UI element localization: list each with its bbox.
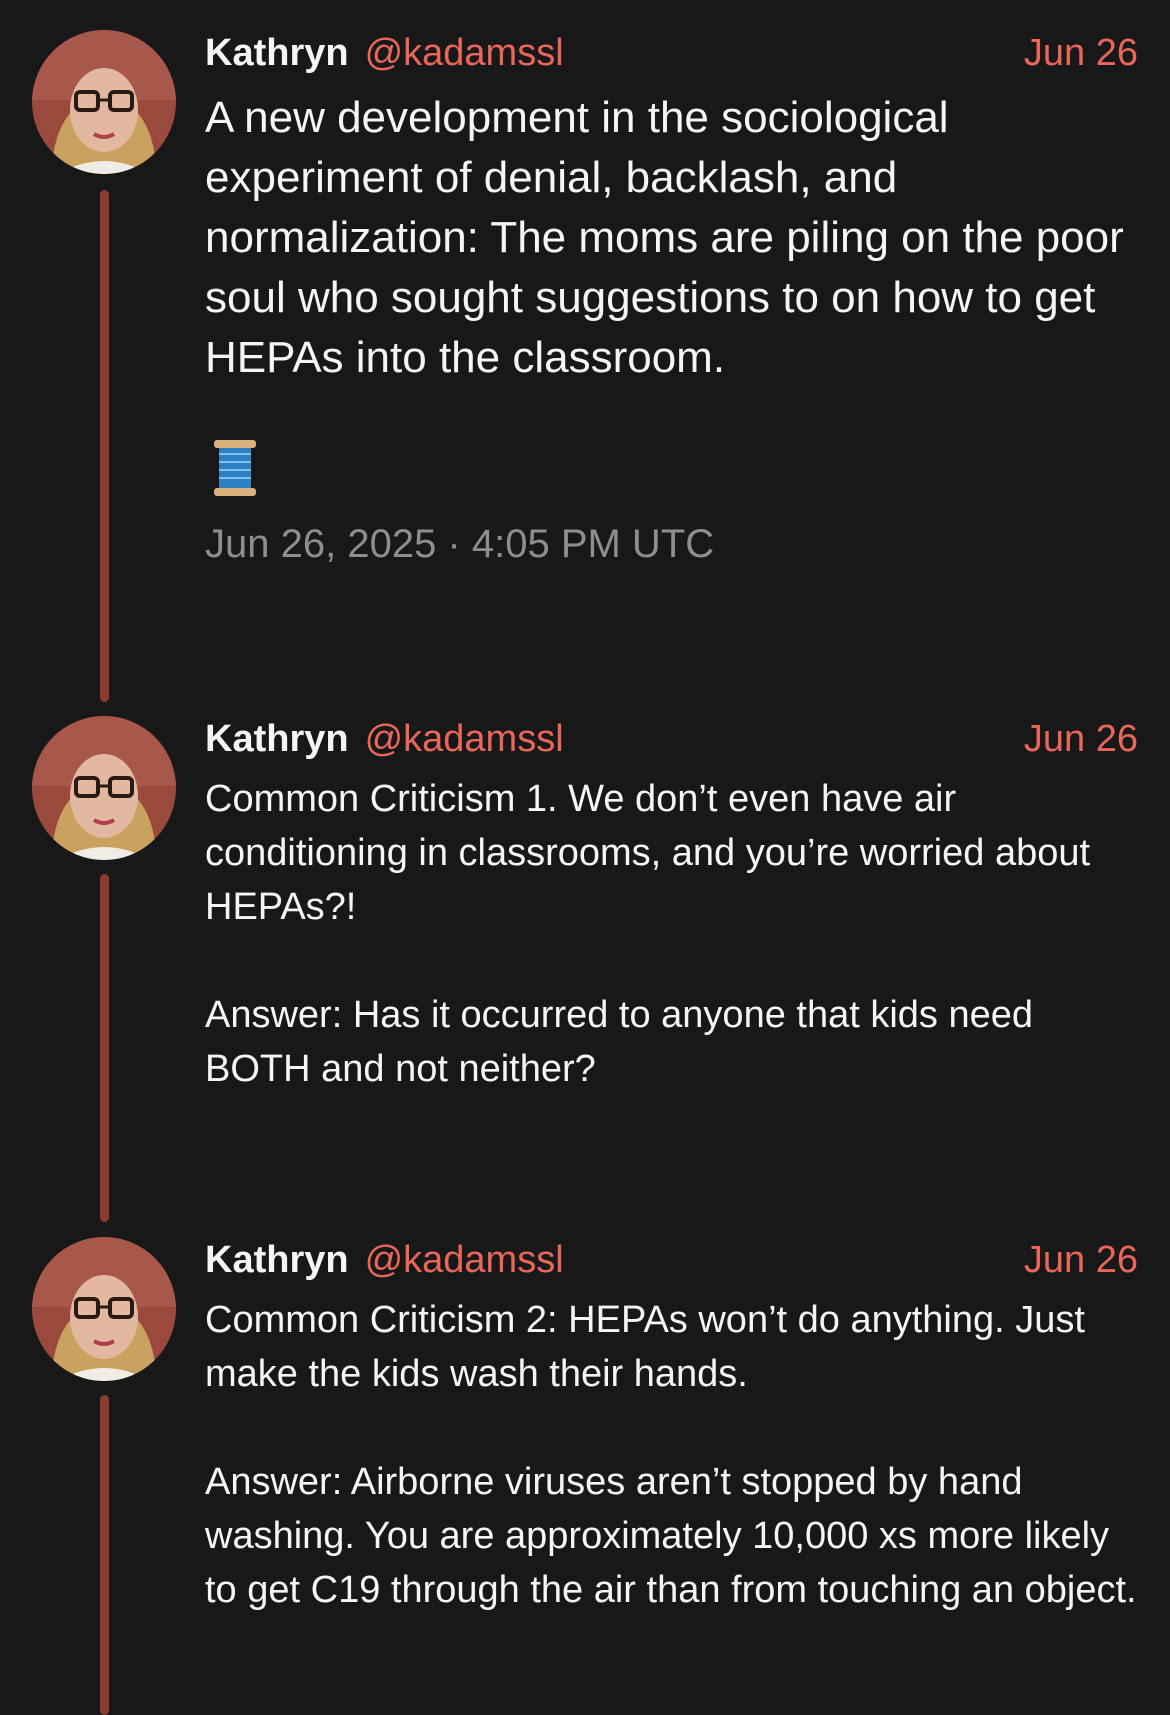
avatar[interactable] (32, 30, 176, 174)
post-header: Kathryn @kadamssl Jun 26 (205, 1239, 1138, 1289)
author-name[interactable]: Kathryn (205, 32, 349, 75)
author-handle[interactable]: @kadamssl (365, 718, 564, 761)
post-date[interactable]: Jun 26 (1024, 32, 1138, 75)
post-timestamp[interactable]: Jun 26, 2025 · 4:05 PM UTC (205, 522, 714, 567)
post-header: Kathryn @kadamssl Jun 26 (205, 718, 1138, 768)
avatar[interactable] (32, 1237, 176, 1381)
thread-line (100, 1395, 109, 1715)
post-date[interactable]: Jun 26 (1024, 718, 1138, 761)
post-3[interactable]: Kathryn @kadamssl Jun 26 Common Criticis… (0, 1237, 1170, 1715)
author-handle[interactable]: @kadamssl (365, 32, 564, 75)
post-header: Kathryn @kadamssl Jun 26 (205, 32, 1138, 82)
thread-line (100, 874, 109, 1222)
author-name[interactable]: Kathryn (205, 1239, 349, 1282)
thread-line (100, 190, 109, 702)
post-2[interactable]: Kathryn @kadamssl Jun 26 Common Criticis… (0, 716, 1170, 1222)
post-date[interactable]: Jun 26 (1024, 1239, 1138, 1282)
post-1[interactable]: Kathryn @kadamssl Jun 26 A new developme… (0, 30, 1170, 710)
author-name[interactable]: Kathryn (205, 718, 349, 761)
post-text: A new development in the sociological ex… (205, 93, 1124, 382)
post-text: Common Criticism 2: HEPAs won’t do anyth… (205, 1299, 1137, 1611)
spool-of-thread-icon (212, 440, 258, 496)
post-text: Common Criticism 1. We don’t even have a… (205, 778, 1091, 1090)
author-handle[interactable]: @kadamssl (365, 1239, 564, 1282)
avatar[interactable] (32, 716, 176, 860)
